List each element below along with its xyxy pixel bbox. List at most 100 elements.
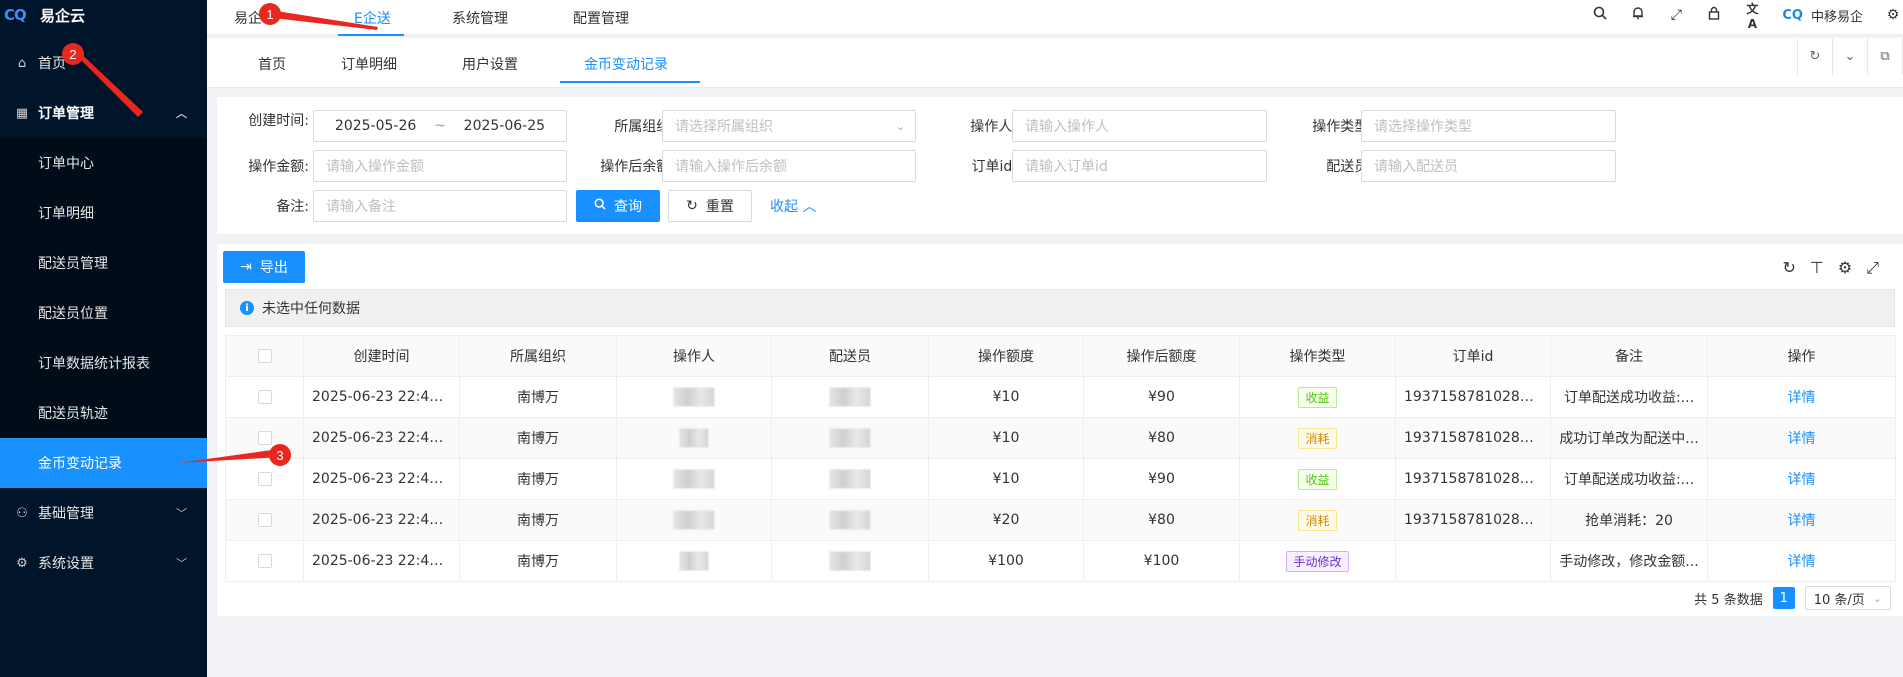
top-tab-config-management[interactable]: 配置管理 xyxy=(573,8,629,28)
sidebar-item-home[interactable]: ⌂ 首页 xyxy=(0,38,207,88)
sidebar-item-basic-management[interactable]: ⚇ 基础管理 ﹀ xyxy=(0,488,207,538)
sidebar-item-order-detail[interactable]: 订单明细 xyxy=(0,188,207,238)
page-tabs: 首页 订单明细 用户设置 金币变动记录 ↻ ⌄ ⧉ xyxy=(207,38,1903,88)
sidebar-item-courier-track[interactable]: 配送员轨迹 xyxy=(0,388,207,438)
fullscreen-icon[interactable]: ⤢ xyxy=(1866,258,1879,278)
chevron-up-icon: ︿ xyxy=(802,199,817,215)
column-header[interactable]: 配送员 xyxy=(771,335,929,377)
detail-link[interactable]: 详情 xyxy=(1707,417,1896,459)
column-header[interactable]: 操作类型 xyxy=(1239,335,1396,377)
column-header[interactable]: 备注 xyxy=(1550,335,1708,377)
sidebar-item-order-center[interactable]: 订单中心 xyxy=(0,138,207,188)
export-button[interactable]: ⇥ 导出 xyxy=(223,251,305,283)
reset-button[interactable]: ↻ 重置 xyxy=(668,190,752,222)
op-type-cell: 消耗 xyxy=(1239,417,1396,459)
refresh-icon[interactable]: ↻ xyxy=(1798,38,1833,75)
optype-select[interactable]: 请选择操作类型 xyxy=(1361,110,1616,142)
row-checkbox-cell xyxy=(225,417,304,459)
tab-user-settings[interactable]: 用户设置 xyxy=(462,54,518,74)
chevron-down-icon[interactable]: ⌄ xyxy=(1833,38,1868,75)
tab-order-detail[interactable]: 订单明细 xyxy=(341,54,397,74)
courier-cell xyxy=(771,458,929,500)
column-header[interactable]: 操作后额度 xyxy=(1083,335,1240,377)
top-tab-eqisong[interactable]: E企送 xyxy=(354,8,391,28)
page-size-select[interactable]: 10 条/页 ⌄ xyxy=(1804,586,1891,610)
sidebar-item-system-settings[interactable]: ⚙ 系统设置 ﹀ xyxy=(0,538,207,588)
order-id-cell: 19371587810288312... xyxy=(1395,376,1551,418)
column-height-icon[interactable]: ⊤ xyxy=(1810,258,1824,278)
gear-icon[interactable]: ⚙ xyxy=(1885,7,1901,23)
remark-cell: 订单配送成功收益:... xyxy=(1550,458,1708,500)
column-header[interactable]: 操作额度 xyxy=(928,335,1084,377)
select-all-checkbox[interactable] xyxy=(257,349,272,363)
row-checkbox[interactable] xyxy=(257,431,272,445)
people-icon: ⚇ xyxy=(16,505,28,521)
amount-input[interactable]: 请输入操作金额 xyxy=(313,150,567,182)
created-time-cell: 2025-06-23 22:41:05 xyxy=(303,458,460,500)
row-checkbox[interactable] xyxy=(257,390,272,404)
refresh-icon[interactable]: ↻ xyxy=(1783,258,1796,278)
reset-icon: ↻ xyxy=(686,198,698,214)
optype-placeholder: 请选择操作类型 xyxy=(1374,119,1472,135)
after-amount-cell: ¥80 xyxy=(1083,499,1240,541)
detail-link[interactable]: 详情 xyxy=(1707,376,1896,418)
collapse-link[interactable]: 收起 ︿ xyxy=(770,196,816,216)
row-checkbox[interactable] xyxy=(257,513,272,527)
app-name: 易企云 xyxy=(40,6,86,25)
redacted-courier xyxy=(829,510,871,530)
remark-input[interactable]: 请输入备注 xyxy=(313,190,567,222)
grid-icon: ▦ xyxy=(15,105,29,121)
sidebar-item-order-stats-report[interactable]: 订单数据统计报表 xyxy=(0,338,207,388)
active-tab-indicator xyxy=(338,34,404,36)
balance-input[interactable]: 请输入操作后余额 xyxy=(662,150,916,182)
amount-cell: ¥10 xyxy=(928,376,1084,418)
column-header[interactable]: 创建时间 xyxy=(303,335,460,377)
fullscreen-icon[interactable]: ⤢ xyxy=(1668,7,1684,23)
translate-icon[interactable]: 文A xyxy=(1744,0,1760,31)
org-cell: 南博万 xyxy=(459,540,617,582)
row-checkbox-cell xyxy=(225,540,304,582)
column-header[interactable]: 所属组织 xyxy=(459,335,617,377)
gear-icon: ⚙ xyxy=(16,555,28,571)
sidebar-item-coin-change-record[interactable]: 金币变动记录 xyxy=(0,438,207,488)
row-checkbox[interactable] xyxy=(257,554,272,568)
sidebar-item-courier-location[interactable]: 配送员位置 xyxy=(0,288,207,338)
tab-layout-icon[interactable]: ⧉ xyxy=(1868,38,1903,75)
top-tab-system-management[interactable]: 系统管理 xyxy=(452,8,508,28)
date-range-picker[interactable]: 2025-05-26 ~ 2025-06-25 xyxy=(313,110,567,142)
user-brand[interactable]: CQ 中移易企 xyxy=(1782,6,1863,25)
detail-link[interactable]: 详情 xyxy=(1707,458,1896,500)
courier-input[interactable]: 请输入配送员 xyxy=(1361,150,1616,182)
sidebar-item-label: 基础管理 xyxy=(38,506,94,522)
collapse-label: 收起 xyxy=(770,199,798,215)
column-header[interactable]: 操作人 xyxy=(616,335,772,377)
operator-placeholder: 请输入操作人 xyxy=(1025,119,1109,135)
detail-link[interactable]: 详情 xyxy=(1707,540,1896,582)
detail-link[interactable]: 详情 xyxy=(1707,499,1896,541)
redacted-operator xyxy=(679,428,709,448)
coin-record-table: 创建时间 所属组织 操作人 配送员 操作额度 操作后额度 操作类型 订单id 备… xyxy=(225,335,1896,582)
orderid-input[interactable]: 请输入订单id xyxy=(1012,150,1267,182)
sidebar-item-order-management[interactable]: ▦ 订单管理 ︿ xyxy=(0,88,207,138)
table-row: 2025-06-23 22:41:25 南博万 ¥10 ¥90 收益 19371… xyxy=(225,376,1896,418)
tab-home[interactable]: 首页 xyxy=(258,54,286,74)
operator-input[interactable]: 请输入操作人 xyxy=(1012,110,1267,142)
status-badge: 收益 xyxy=(1298,468,1337,490)
remark-cell: 成功订单改为配送中... xyxy=(1550,417,1708,459)
bell-icon[interactable] xyxy=(1630,6,1646,24)
column-header[interactable]: 操作 xyxy=(1707,335,1896,377)
query-button[interactable]: 查询 xyxy=(576,190,660,222)
top-tab-yiqi[interactable]: 易企 xyxy=(234,8,262,28)
org-select[interactable]: 请选择所属组织 ⌄ xyxy=(662,110,916,142)
lock-icon[interactable] xyxy=(1706,6,1722,24)
selection-alert: i 未选中任何数据 xyxy=(225,289,1895,327)
row-checkbox[interactable] xyxy=(257,472,272,486)
gear-icon[interactable]: ⚙ xyxy=(1838,258,1852,278)
tab-coin-change-record[interactable]: 金币变动记录 xyxy=(584,54,668,74)
search-icon[interactable] xyxy=(1592,6,1608,24)
sidebar-item-courier-management[interactable]: 配送员管理 xyxy=(0,238,207,288)
app-logo[interactable]: CQ 易企云 xyxy=(0,0,207,30)
column-header[interactable]: 订单id xyxy=(1395,335,1551,377)
pagination: 共 5 条数据 1 10 条/页 ⌄ xyxy=(1694,586,1891,610)
page-number[interactable]: 1 xyxy=(1772,587,1795,609)
